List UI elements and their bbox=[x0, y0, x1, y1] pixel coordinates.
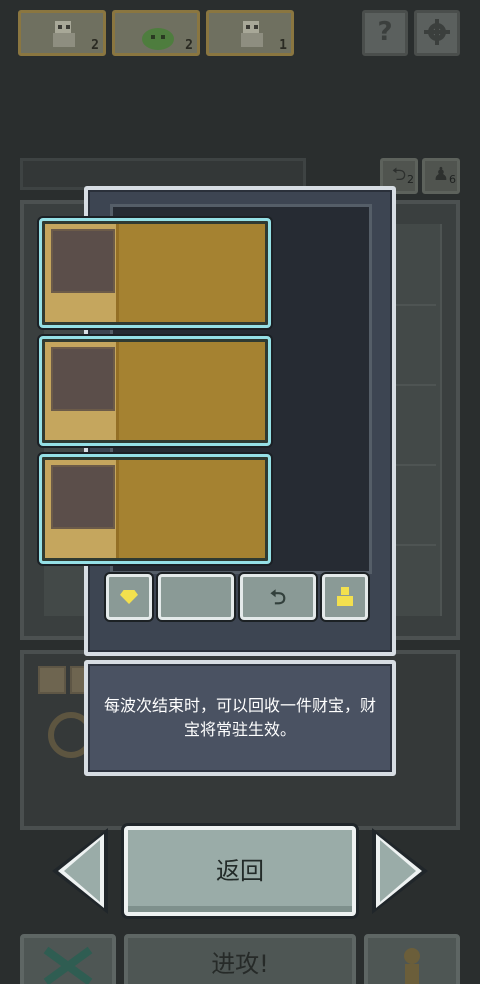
slime-unit-icon bbox=[142, 28, 174, 50]
treasure-portrait bbox=[51, 465, 115, 529]
unit-count: 2 bbox=[185, 38, 193, 53]
back-button[interactable]: 返回 bbox=[124, 826, 356, 916]
treasure-portrait bbox=[51, 229, 115, 293]
panel-tab bbox=[38, 666, 66, 694]
unit-cap-badge: ♟ 6 bbox=[422, 158, 460, 194]
recycle-icon: ⮌ bbox=[391, 164, 407, 185]
card-body bbox=[116, 460, 265, 558]
robot-unit-icon bbox=[241, 21, 263, 47]
card-body bbox=[116, 342, 265, 440]
gear-icon bbox=[424, 19, 450, 45]
hint-tooltip: 每波次结束时，可以回收一件财宝，财宝将常驻生效。 bbox=[84, 660, 396, 776]
unit-slot-3: 1 bbox=[206, 10, 294, 56]
help-button[interactable]: ? bbox=[362, 10, 408, 56]
settings-button[interactable] bbox=[414, 10, 460, 56]
prev-arrow-button[interactable] bbox=[50, 826, 110, 916]
treasure-card-2[interactable] bbox=[39, 336, 271, 446]
unit-info-button[interactable] bbox=[364, 934, 460, 984]
cancel-button[interactable] bbox=[20, 934, 116, 984]
recycle-count: 2 bbox=[407, 173, 414, 186]
unit-slot-2: 2 bbox=[112, 10, 200, 56]
card-body bbox=[116, 224, 265, 322]
treasure-card-3[interactable] bbox=[39, 454, 271, 564]
person-icon: ♟ bbox=[432, 164, 450, 185]
hint-text: 每波次结束时，可以回收一件财宝，财宝将常驻生效。 bbox=[104, 696, 377, 739]
unit-slot-1: 2 bbox=[18, 10, 106, 56]
unit-count: 2 bbox=[91, 38, 99, 53]
next-arrow-button[interactable] bbox=[370, 826, 430, 916]
treasure-card-1[interactable] bbox=[39, 218, 271, 328]
unit-cap-count: 6 bbox=[449, 173, 456, 186]
pawn-icon bbox=[404, 948, 420, 984]
robot-unit-icon bbox=[53, 21, 75, 47]
close-icon bbox=[43, 946, 93, 984]
treasure-portrait bbox=[51, 347, 115, 411]
unit-count: 1 bbox=[279, 38, 287, 53]
attack-button[interactable]: 进攻! bbox=[124, 934, 356, 984]
